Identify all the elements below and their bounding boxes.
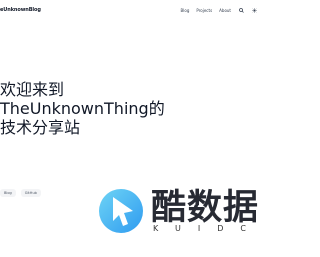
nav-links: Blog Projects About (174, 7, 257, 13)
watermark-subtitle: KUIDC (153, 224, 263, 233)
site-brand[interactable]: eUnknownBlog (0, 7, 41, 13)
tag-github[interactable]: GitHub (20, 189, 41, 197)
tag-blog[interactable]: Blog (0, 189, 16, 197)
tag-list: Blog GitHub (0, 189, 46, 197)
hero-line-1: 欢迎来到 (0, 80, 65, 99)
watermark-title: 酷数据 (151, 187, 260, 228)
theme-toggle-icon[interactable] (251, 7, 257, 13)
search-icon[interactable] (238, 7, 244, 13)
nav-link-about[interactable]: About (219, 8, 231, 13)
hero-heading: 欢迎来到 TheUnknownThing的 技术分享站 (0, 80, 165, 137)
nav-link-projects[interactable]: Projects (196, 8, 212, 13)
nav-link-blog[interactable]: Blog (181, 8, 190, 13)
kuidc-logo-icon (99, 189, 143, 233)
hero-line-3: 技术分享站 (0, 118, 81, 137)
hero-line-2: TheUnknownThing的 (0, 99, 165, 118)
kuidc-watermark: 酷数据 KUIDC (95, 180, 266, 257)
